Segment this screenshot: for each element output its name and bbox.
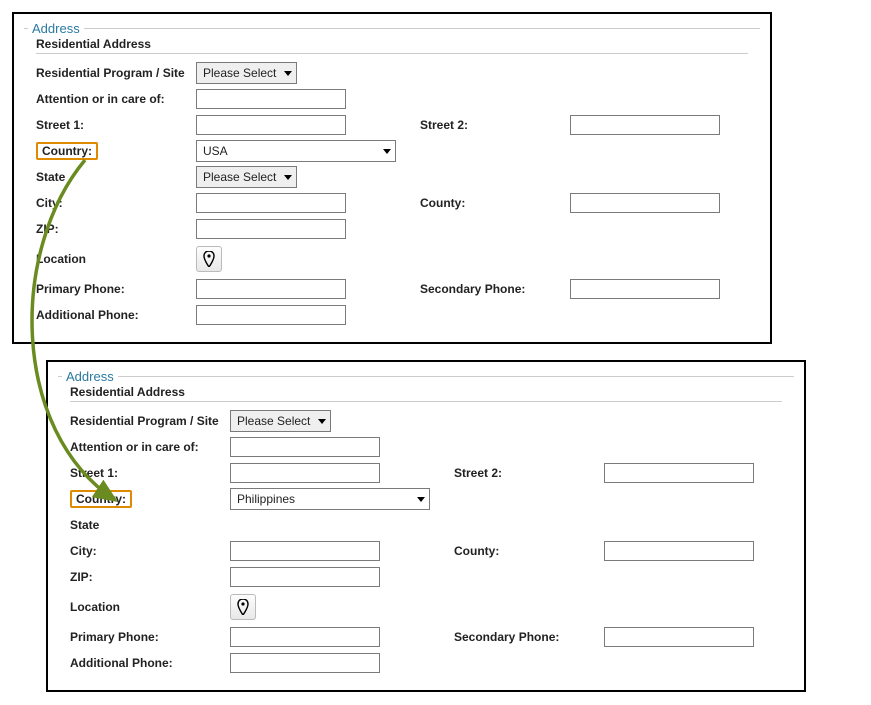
row-country: Country: Philippines xyxy=(58,486,794,512)
attention-input[interactable] xyxy=(196,89,346,109)
row-street: Street 1: Street 2: xyxy=(24,112,760,138)
country-label: Country: xyxy=(42,144,92,158)
primary-phone-input[interactable] xyxy=(230,627,380,647)
row-state: State Please Select xyxy=(24,164,760,190)
zip-label: ZIP: xyxy=(36,222,196,236)
zip-input[interactable] xyxy=(230,567,380,587)
street2-label: Street 2: xyxy=(454,466,604,480)
row-attention: Attention or in care of: xyxy=(58,434,794,460)
country-select-value: USA xyxy=(203,144,228,158)
chevron-down-icon xyxy=(417,497,425,502)
program-label: Residential Program / Site xyxy=(36,66,196,80)
row-attention: Attention or in care of: xyxy=(24,86,760,112)
primary-phone-input[interactable] xyxy=(196,279,346,299)
row-additional-phone: Additional Phone: xyxy=(58,650,794,676)
attention-input[interactable] xyxy=(230,437,380,457)
row-city: City: County: xyxy=(24,190,760,216)
country-select[interactable]: USA xyxy=(196,140,396,162)
location-label: Location xyxy=(36,252,196,266)
location-label: Location xyxy=(70,600,230,614)
row-street: Street 1: Street 2: xyxy=(58,460,794,486)
row-additional-phone: Additional Phone: xyxy=(24,302,760,328)
attention-label: Attention or in care of: xyxy=(70,440,230,454)
state-select-value: Please Select xyxy=(203,170,276,184)
row-primary-phone: Primary Phone: Secondary Phone: xyxy=(58,624,794,650)
state-select[interactable]: Please Select xyxy=(196,166,297,188)
county-input[interactable] xyxy=(604,541,754,561)
city-label: City: xyxy=(36,196,196,210)
legend: Address xyxy=(28,19,84,36)
country-select[interactable]: Philippines xyxy=(230,488,430,510)
row-city: City: County: xyxy=(58,538,794,564)
street1-input[interactable] xyxy=(196,115,346,135)
row-zip: ZIP: xyxy=(58,564,794,590)
secondary-phone-input[interactable] xyxy=(604,627,754,647)
street1-label: Street 1: xyxy=(36,118,196,132)
map-pin-icon xyxy=(237,599,249,615)
additional-phone-label: Additional Phone: xyxy=(36,308,196,322)
program-label: Residential Program / Site xyxy=(70,414,230,428)
row-location: Location xyxy=(58,590,794,624)
city-input[interactable] xyxy=(196,193,346,213)
chevron-down-icon xyxy=(318,419,326,424)
row-program: Residential Program / Site Please Select xyxy=(24,60,760,86)
state-label: State xyxy=(36,170,196,184)
address-panel-2: Address Residential Address Residential … xyxy=(46,360,806,692)
row-location: Location xyxy=(24,242,760,276)
residential-address-heading: Residential Address xyxy=(36,37,760,51)
map-pin-icon xyxy=(203,251,215,267)
state-label: State xyxy=(70,518,230,532)
country-label-highlight: Country: xyxy=(36,142,98,160)
chevron-down-icon xyxy=(383,149,391,154)
country-label: Country: xyxy=(76,492,126,506)
street2-label: Street 2: xyxy=(420,118,570,132)
primary-phone-label: Primary Phone: xyxy=(70,630,230,644)
county-input[interactable] xyxy=(570,193,720,213)
address-panel-1: Address Residential Address Residential … xyxy=(12,12,772,344)
zip-input[interactable] xyxy=(196,219,346,239)
row-state: State xyxy=(58,512,794,538)
city-input[interactable] xyxy=(230,541,380,561)
row-program: Residential Program / Site Please Select xyxy=(58,408,794,434)
country-select-value: Philippines xyxy=(237,492,295,506)
zip-label: ZIP: xyxy=(70,570,230,584)
additional-phone-label: Additional Phone: xyxy=(70,656,230,670)
program-select[interactable]: Please Select xyxy=(230,410,331,432)
location-pin-button[interactable] xyxy=(230,594,256,620)
secondary-phone-label: Secondary Phone: xyxy=(420,282,570,296)
secondary-phone-label: Secondary Phone: xyxy=(454,630,604,644)
city-label: City: xyxy=(70,544,230,558)
location-pin-button[interactable] xyxy=(196,246,222,272)
chevron-down-icon xyxy=(284,71,292,76)
row-country: Country: USA xyxy=(24,138,760,164)
residential-address-heading: Residential Address xyxy=(70,385,794,399)
additional-phone-input[interactable] xyxy=(230,653,380,673)
county-label: County: xyxy=(454,544,604,558)
country-label-highlight: Country: xyxy=(70,490,132,508)
street1-input[interactable] xyxy=(230,463,380,483)
county-label: County: xyxy=(420,196,570,210)
legend: Address xyxy=(62,367,118,384)
program-select[interactable]: Please Select xyxy=(196,62,297,84)
program-select-value: Please Select xyxy=(237,414,310,428)
additional-phone-input[interactable] xyxy=(196,305,346,325)
street2-input[interactable] xyxy=(570,115,720,135)
attention-label: Attention or in care of: xyxy=(36,92,196,106)
street1-label: Street 1: xyxy=(70,466,230,480)
program-select-value: Please Select xyxy=(203,66,276,80)
secondary-phone-input[interactable] xyxy=(570,279,720,299)
row-primary-phone: Primary Phone: Secondary Phone: xyxy=(24,276,760,302)
row-zip: ZIP: xyxy=(24,216,760,242)
primary-phone-label: Primary Phone: xyxy=(36,282,196,296)
street2-input[interactable] xyxy=(604,463,754,483)
chevron-down-icon xyxy=(284,175,292,180)
